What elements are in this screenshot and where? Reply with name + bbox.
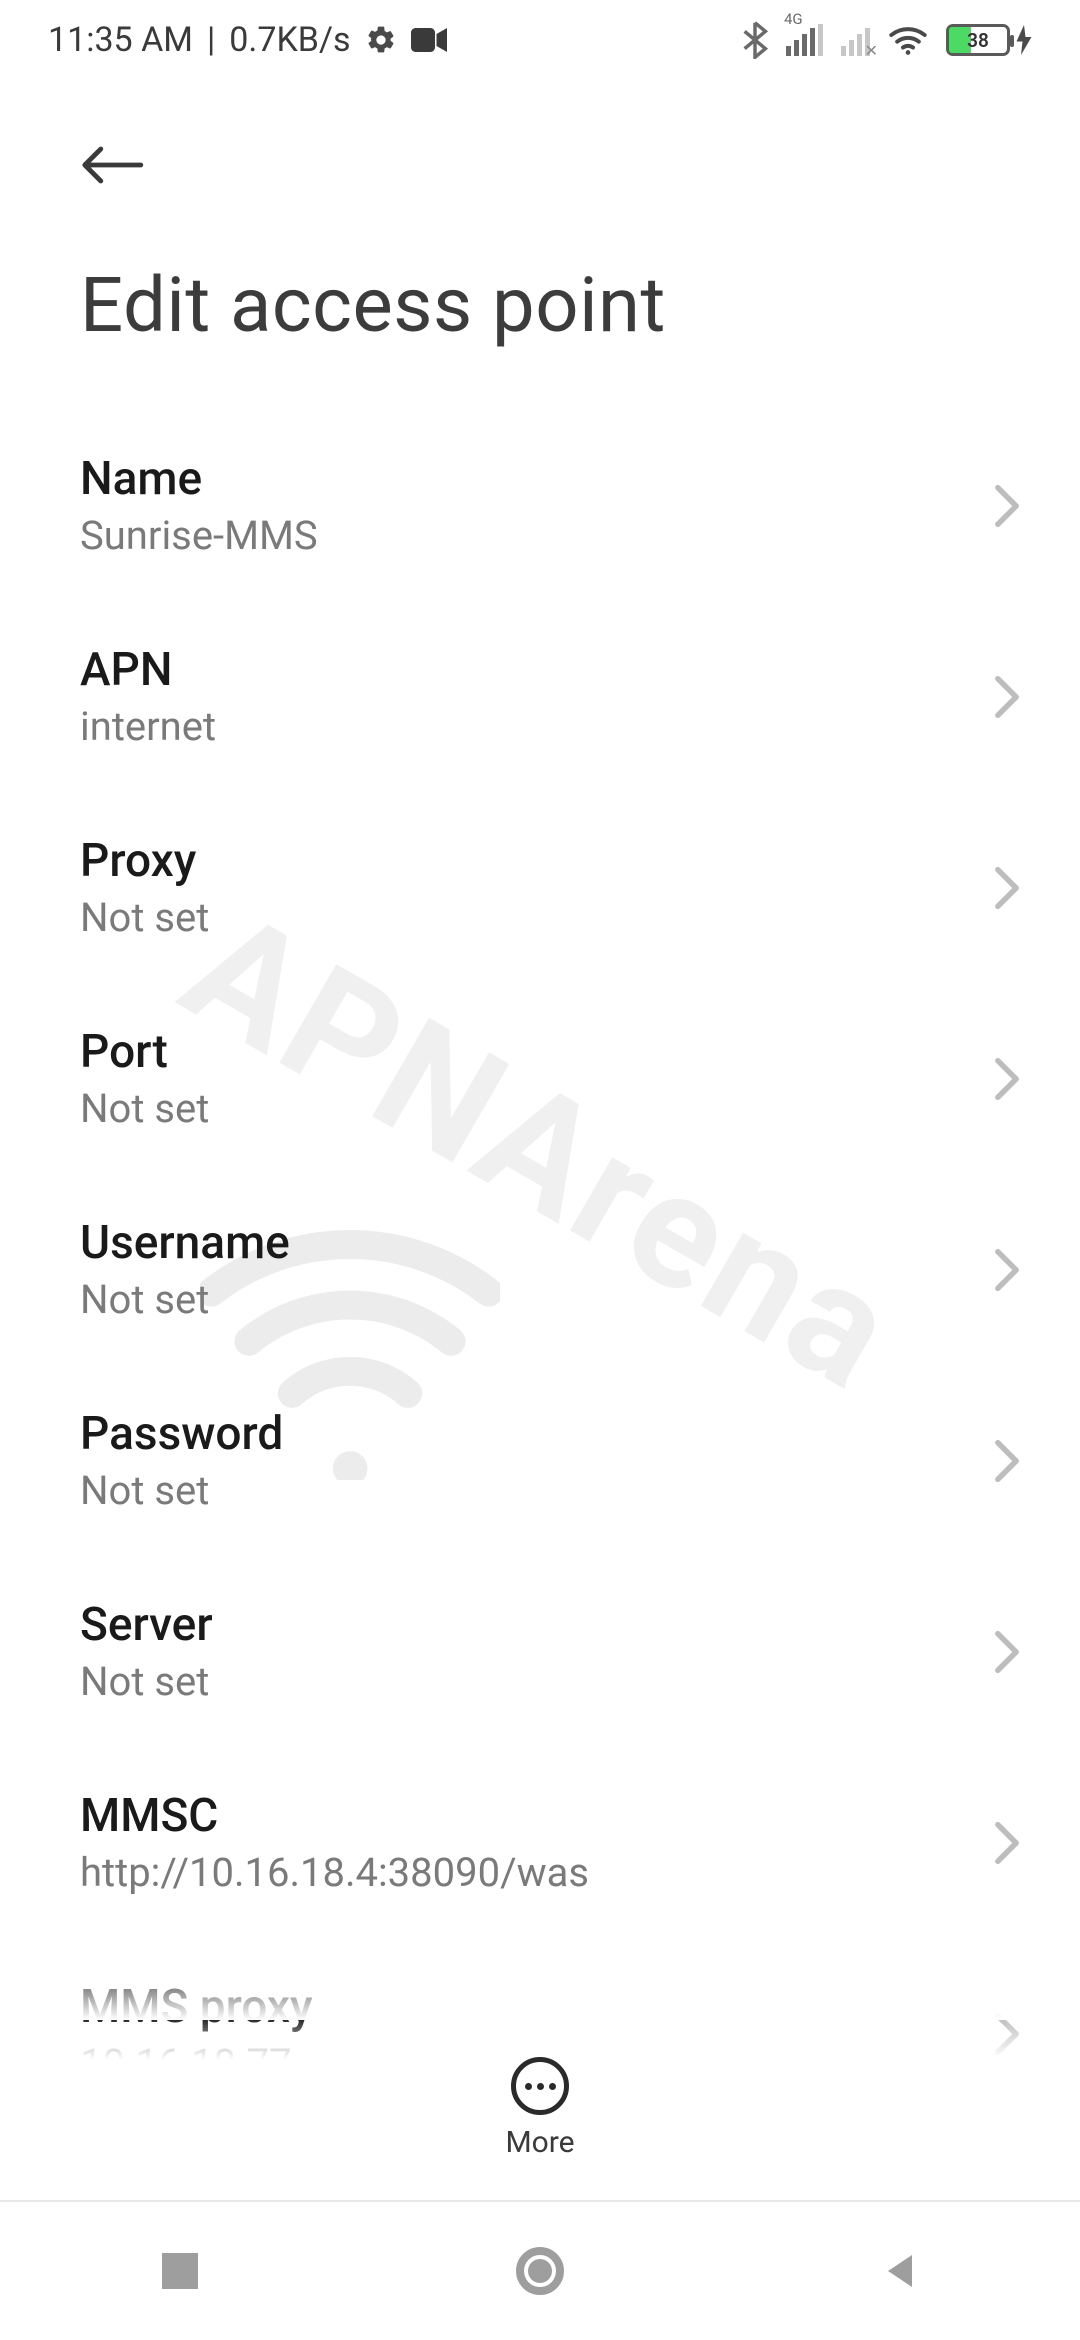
item-value: http://10.16.18.4:38090/was [80,1849,994,1896]
item-label: APN [80,643,994,697]
status-time: 11:35 AM [48,20,193,60]
more-label: More [505,2125,574,2160]
chevron-right-icon [994,1821,1020,1865]
chevron-right-icon [994,866,1020,910]
item-label: Port [80,1025,994,1079]
setting-item-username[interactable]: Username Not set [0,1174,1080,1365]
status-net-speed: 0.7KB/s [229,20,350,60]
chevron-right-icon [994,1630,1020,1674]
chevron-right-icon [994,675,1020,719]
battery-icon: 38 [946,24,1010,56]
triangle-left-icon [880,2251,920,2291]
signal-4g-icon: 4G [786,24,823,56]
more-icon [511,2057,569,2115]
item-label: Name [80,452,994,506]
chevron-right-icon [994,1057,1020,1101]
more-button[interactable]: More [0,2017,1080,2160]
page-title: Edit access point [80,260,1000,350]
setting-item-proxy[interactable]: Proxy Not set [0,792,1080,983]
setting-item-apn[interactable]: APN internet [0,601,1080,792]
charging-icon [1016,25,1032,55]
bluetooth-icon [742,21,768,59]
setting-item-password[interactable]: Password Not set [0,1365,1080,1556]
nav-back-button[interactable] [800,2251,1000,2291]
setting-item-server[interactable]: Server Not set [0,1556,1080,1747]
setting-item-port[interactable]: Port Not set [0,983,1080,1174]
item-label: Server [80,1598,994,1652]
item-value: Not set [80,1276,994,1323]
status-divider: | [207,20,215,60]
item-label: Password [80,1407,994,1461]
item-label: Proxy [80,834,994,888]
chevron-right-icon [994,1439,1020,1483]
settings-list: Name Sunrise-MMS APN internet Proxy Not … [0,370,1080,2087]
chevron-right-icon [994,1248,1020,1292]
signal-nosim-icon: ✕ [841,24,870,56]
camera-icon [411,27,447,53]
item-value: Not set [80,1658,994,1705]
nav-recent-button[interactable] [80,2251,280,2291]
square-icon [160,2251,200,2291]
item-label: MMSC [80,1789,994,1843]
circle-icon [516,2247,564,2295]
arrow-left-icon [80,143,144,187]
wifi-icon [888,24,928,56]
gear-icon [365,24,397,56]
nav-home-button[interactable] [440,2247,640,2295]
android-navbar [0,2200,1080,2340]
item-value: Not set [80,1467,994,1514]
item-value: Not set [80,1085,994,1132]
setting-item-mmsc[interactable]: MMSC http://10.16.18.4:38090/was [0,1747,1080,1938]
statusbar: 11:35 AM | 0.7KB/s 4G ✕ [0,0,1080,80]
back-button[interactable] [80,130,150,200]
item-value: Not set [80,894,994,941]
item-label: Username [80,1216,994,1270]
item-value: Sunrise-MMS [80,512,994,559]
battery-percent: 38 [949,29,1007,52]
setting-item-name[interactable]: Name Sunrise-MMS [0,410,1080,601]
chevron-right-icon [994,484,1020,528]
item-value: internet [80,703,994,750]
